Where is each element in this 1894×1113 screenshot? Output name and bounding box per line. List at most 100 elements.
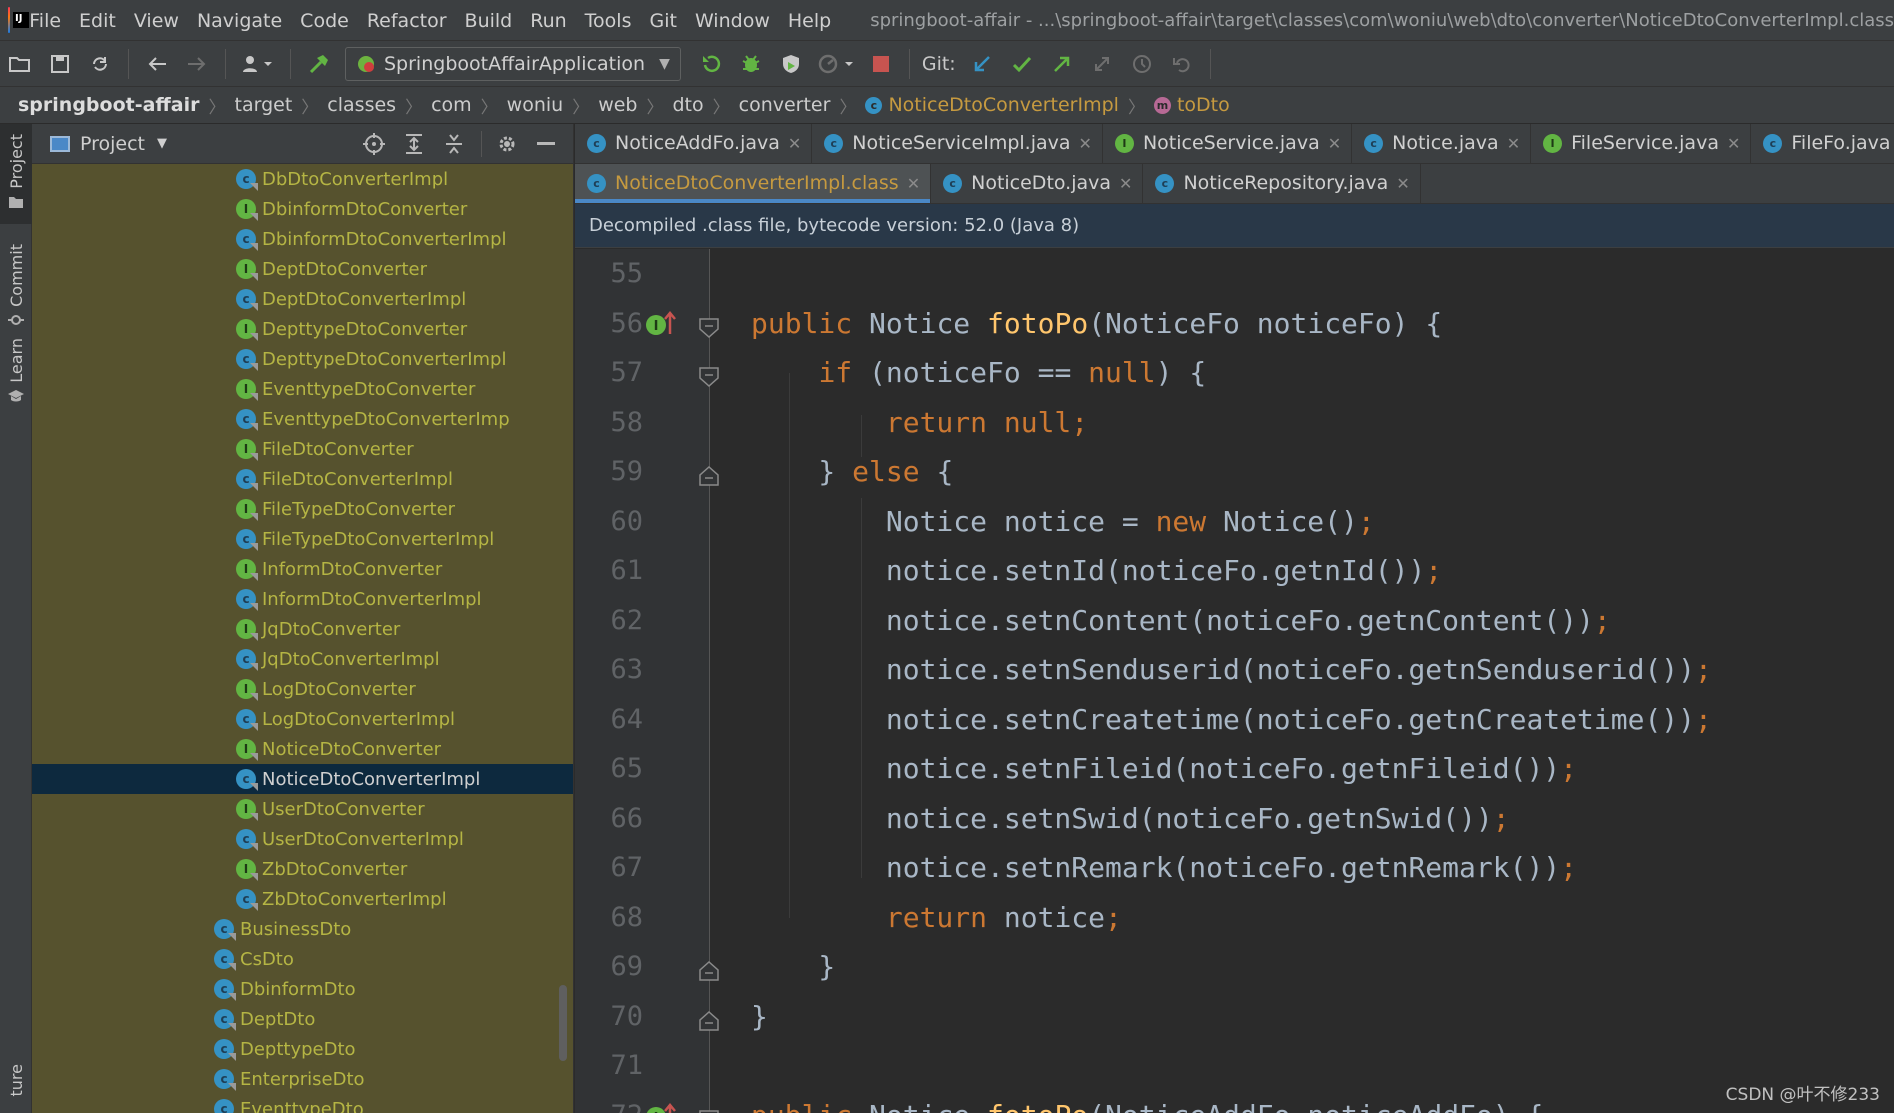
code-line[interactable]: 70} — [575, 992, 1894, 1042]
implements-gutter-icon[interactable]: I — [645, 299, 679, 348]
collapse-all-icon[interactable] — [441, 131, 467, 157]
code-line[interactable]: 68 return notice; — [575, 893, 1894, 943]
profiler-dropdown-icon[interactable] — [813, 46, 859, 82]
tree-item[interactable]: c UserDtoConverterImpl — [32, 824, 573, 854]
fold-open-icon[interactable] — [698, 313, 720, 338]
tree-item[interactable]: I InformDtoConverter — [32, 554, 573, 584]
tree-item[interactable]: c EventtypeDtoConverterImp — [32, 404, 573, 434]
tree-item[interactable]: c DbinformDtoConverterImpl — [32, 224, 573, 254]
close-icon[interactable]: ✕ — [1328, 134, 1341, 153]
code-line[interactable]: 59 } else { — [575, 447, 1894, 497]
tree-item[interactable]: c DeptDto — [32, 1004, 573, 1034]
tree-item[interactable]: c BusinessDto — [32, 914, 573, 944]
tree-item[interactable]: I DepttypeDtoConverter — [32, 314, 573, 344]
tree-item[interactable]: I DbinformDtoConverter — [32, 194, 573, 224]
fold-close-icon[interactable] — [698, 956, 720, 981]
debug-bug-icon[interactable] — [733, 46, 769, 82]
tree-item[interactable]: I LogDtoConverter — [32, 674, 573, 704]
close-icon[interactable]: ✕ — [1727, 134, 1740, 153]
menu-code[interactable]: Code — [291, 0, 358, 40]
close-icon[interactable]: ✕ — [1507, 134, 1520, 153]
code-line[interactable]: 63 notice.setnSenduserid(noticeFo.getnSe… — [575, 645, 1894, 695]
tree-item[interactable]: c DbinformDto — [32, 974, 573, 1004]
tree-item[interactable]: c DeptDtoConverterImpl — [32, 284, 573, 314]
breadcrumb-item-class[interactable]: c NoticeDtoConverterImpl — [865, 94, 1119, 116]
tree-item[interactable]: I UserDtoConverter — [32, 794, 573, 824]
tree-item[interactable]: I ZbDtoConverter — [32, 854, 573, 884]
fold-close-icon[interactable] — [698, 1006, 720, 1031]
menu-edit[interactable]: Edit — [70, 0, 125, 40]
code-line[interactable]: 55 — [575, 249, 1894, 299]
implements-gutter-icon[interactable]: I — [645, 1091, 679, 1113]
menu-view[interactable]: View — [125, 0, 188, 40]
close-icon[interactable]: ✕ — [1396, 174, 1409, 193]
editor-tab[interactable]: I FileService.java ✕ — [1531, 124, 1752, 163]
project-panel-title[interactable]: Project — [80, 133, 145, 155]
git-update-icon[interactable] — [964, 46, 1000, 82]
code-line[interactable]: 64 notice.setnCreatetime(noticeFo.getnCr… — [575, 695, 1894, 745]
tree-item[interactable]: I FileTypeDtoConverter — [32, 494, 573, 524]
tree-item[interactable]: c CsDto — [32, 944, 573, 974]
close-icon[interactable]: ✕ — [788, 134, 801, 153]
gear-icon[interactable] — [481, 130, 519, 157]
fold-open-icon[interactable] — [698, 362, 720, 388]
coverage-shield-icon[interactable] — [773, 46, 809, 82]
back-arrow-icon[interactable] — [139, 46, 175, 82]
git-merge-icon[interactable] — [1084, 46, 1120, 82]
breadcrumb-item-target[interactable]: target — [235, 94, 293, 116]
tool-tab-learn[interactable]: Learn — [0, 338, 32, 403]
tree-item[interactable]: I FileDtoConverter — [32, 434, 573, 464]
code-line[interactable]: 61 notice.setnId(noticeFo.getnId()); — [575, 546, 1894, 596]
editor-tab[interactable]: c NoticeDto.java ✕ — [931, 164, 1144, 203]
tree-item[interactable]: c EventtypeDto — [32, 1094, 573, 1113]
tool-tab-commit[interactable]: Commit — [0, 244, 32, 327]
tool-tab-project[interactable]: Project — [0, 124, 32, 224]
menu-build[interactable]: Build — [456, 0, 522, 40]
open-folder-icon[interactable] — [2, 46, 38, 82]
breadcrumb-item-method[interactable]: m toDto — [1153, 94, 1230, 116]
save-all-icon[interactable] — [42, 46, 78, 82]
menu-run[interactable]: Run — [521, 0, 575, 40]
tree-item[interactable]: c FileDtoConverterImpl — [32, 464, 573, 494]
editor-tab[interactable]: c Notice.java ✕ — [1352, 124, 1532, 163]
stop-icon[interactable] — [863, 46, 899, 82]
tree-item[interactable]: c DepttypeDto — [32, 1034, 573, 1064]
tree-item[interactable]: I JqDtoConverter — [32, 614, 573, 644]
close-icon[interactable]: ✕ — [1079, 134, 1092, 153]
tree-item[interactable]: I EventtypeDtoConverter — [32, 374, 573, 404]
menu-refactor[interactable]: Refactor — [358, 0, 456, 40]
tool-tab-structure[interactable]: ture — [0, 1064, 32, 1096]
locate-target-icon[interactable] — [361, 131, 387, 157]
code-line[interactable]: 72Ipublic Notice fotoPo(NoticeAddFo noti… — [575, 1091, 1894, 1113]
editor-tab[interactable]: c NoticeServiceImpl.java ✕ — [812, 124, 1103, 163]
fold-close-icon[interactable] — [698, 461, 720, 486]
code-line[interactable]: 56 Ipublic Notice fotoPo(NoticeFo noticeF… — [575, 299, 1894, 349]
editor-tab[interactable]: c NoticeAddFo.java ✕ — [575, 124, 813, 163]
rollback-icon[interactable] — [1164, 46, 1200, 82]
history-clock-icon[interactable] — [1124, 46, 1160, 82]
code-line[interactable]: 69 } — [575, 942, 1894, 992]
breadcrumb-item-web[interactable]: web — [598, 94, 637, 116]
tree-item[interactable]: c FileTypeDtoConverterImpl — [32, 524, 573, 554]
fold-open-icon[interactable] — [698, 1105, 720, 1113]
tree-item[interactable]: c InformDtoConverterImpl — [32, 584, 573, 614]
chevron-down-icon[interactable]: ▼ — [157, 136, 167, 151]
editor-tab[interactable]: c NoticeRepository.java ✕ — [1143, 164, 1421, 203]
editor-tab[interactable]: cFileFo.java✕ — [1751, 124, 1894, 163]
tree-item[interactable]: c DepttypeDtoConverterImpl — [32, 344, 573, 374]
code-line[interactable]: 71 — [575, 1041, 1894, 1091]
code-area[interactable]: 55 56 Ipublic Notice fotoPo(NoticeFo notic… — [575, 249, 1894, 1113]
tree-item[interactable]: c EnterpriseDto — [32, 1064, 573, 1094]
tree-item[interactable]: c DbDtoConverterImpl — [32, 164, 573, 194]
tree-item[interactable]: I NoticeDtoConverter — [32, 734, 573, 764]
menu-help[interactable]: Help — [779, 0, 840, 40]
git-push-icon[interactable] — [1044, 46, 1080, 82]
close-icon[interactable]: ✕ — [1119, 174, 1132, 193]
breadcrumb-item-project[interactable]: springboot-affair — [18, 94, 200, 116]
run-configuration-select[interactable]: SpringbootAffairApplication ▼ — [345, 46, 681, 81]
code-line[interactable]: 62 notice.setnContent(noticeFo.getnConte… — [575, 596, 1894, 646]
breadcrumb-item-dto[interactable]: dto — [672, 94, 703, 116]
code-line[interactable]: 66 notice.setnSwid(noticeFo.getnSwid()); — [575, 794, 1894, 844]
close-icon[interactable]: ✕ — [907, 174, 920, 193]
tree-item[interactable]: c NoticeDtoConverterImpl — [32, 764, 573, 794]
